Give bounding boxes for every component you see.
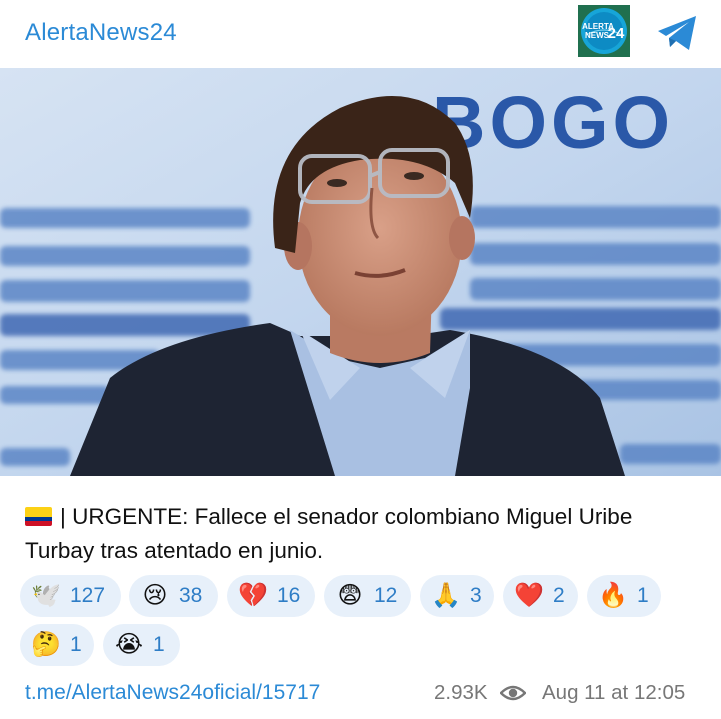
post-photo[interactable]: BOGO [0,68,721,476]
reaction-count: 38 [179,584,203,607]
reaction-count: 127 [70,584,106,607]
reaction-count: 1 [70,633,82,656]
reaction-thinking-face[interactable]: 🤔 1 [20,624,94,666]
dove-icon: 🕊️ [31,582,61,609]
reaction-dove[interactable]: 🕊️ 127 [20,575,121,617]
loudly-crying-face-icon: 😭 [114,631,144,658]
crying-face-icon: 😢 [142,582,168,609]
avatar-number: 24 [608,25,625,42]
view-count: 2.93K [434,681,488,704]
broken-heart-icon: 💔 [238,582,268,609]
reaction-crying-face[interactable]: 😢 38 [129,575,218,617]
reaction-count: 16 [277,584,301,607]
post-link[interactable]: t.me/AlertaNews24oficial/15717 [25,681,320,705]
reaction-count: 1 [153,633,165,656]
telegram-post-card: AlertaNews24 ALERTA NEWS 24 BOGO | URGEN… [0,0,721,719]
channel-avatar[interactable]: ALERTA NEWS 24 [578,5,630,57]
colombia-flag-icon [25,507,52,526]
photo-image: BOGO [0,68,721,476]
red-heart-icon: ❤️ [514,582,544,609]
post-header: AlertaNews24 ALERTA NEWS 24 [0,0,721,68]
reaction-red-heart[interactable]: ❤️ 2 [503,575,578,617]
reaction-folded-hands[interactable]: 🙏 3 [420,575,494,617]
post-timestamp: Aug 11 at 12:05 [542,681,686,704]
reaction-count: 1 [637,584,649,607]
reaction-fearful-face[interactable]: 😨 12 [324,575,411,617]
reaction-broken-heart[interactable]: 💔 16 [227,575,315,617]
fearful-face-icon: 😨 [337,582,363,609]
alertanews24-logo-icon: ALERTA NEWS 24 [578,5,630,57]
eye-icon [500,685,526,701]
thinking-face-icon: 🤔 [31,631,61,658]
avatar-text-bottom: NEWS [585,31,610,40]
telegram-share-icon[interactable] [656,14,698,52]
fire-icon: 🔥 [598,582,628,609]
reaction-count: 2 [553,584,565,607]
post-caption: | URGENTE: Fallece el senador colombiano… [25,500,705,568]
reaction-count: 3 [470,584,482,607]
channel-name[interactable]: AlertaNews24 [25,19,177,47]
reaction-fire[interactable]: 🔥 1 [587,575,661,617]
folded-hands-icon: 🙏 [431,582,461,609]
reaction-count: 12 [374,584,398,607]
post-text: | URGENTE: Fallece el senador colombiano… [25,504,633,563]
reaction-loudly-crying-face[interactable]: 😭 1 [103,624,180,666]
